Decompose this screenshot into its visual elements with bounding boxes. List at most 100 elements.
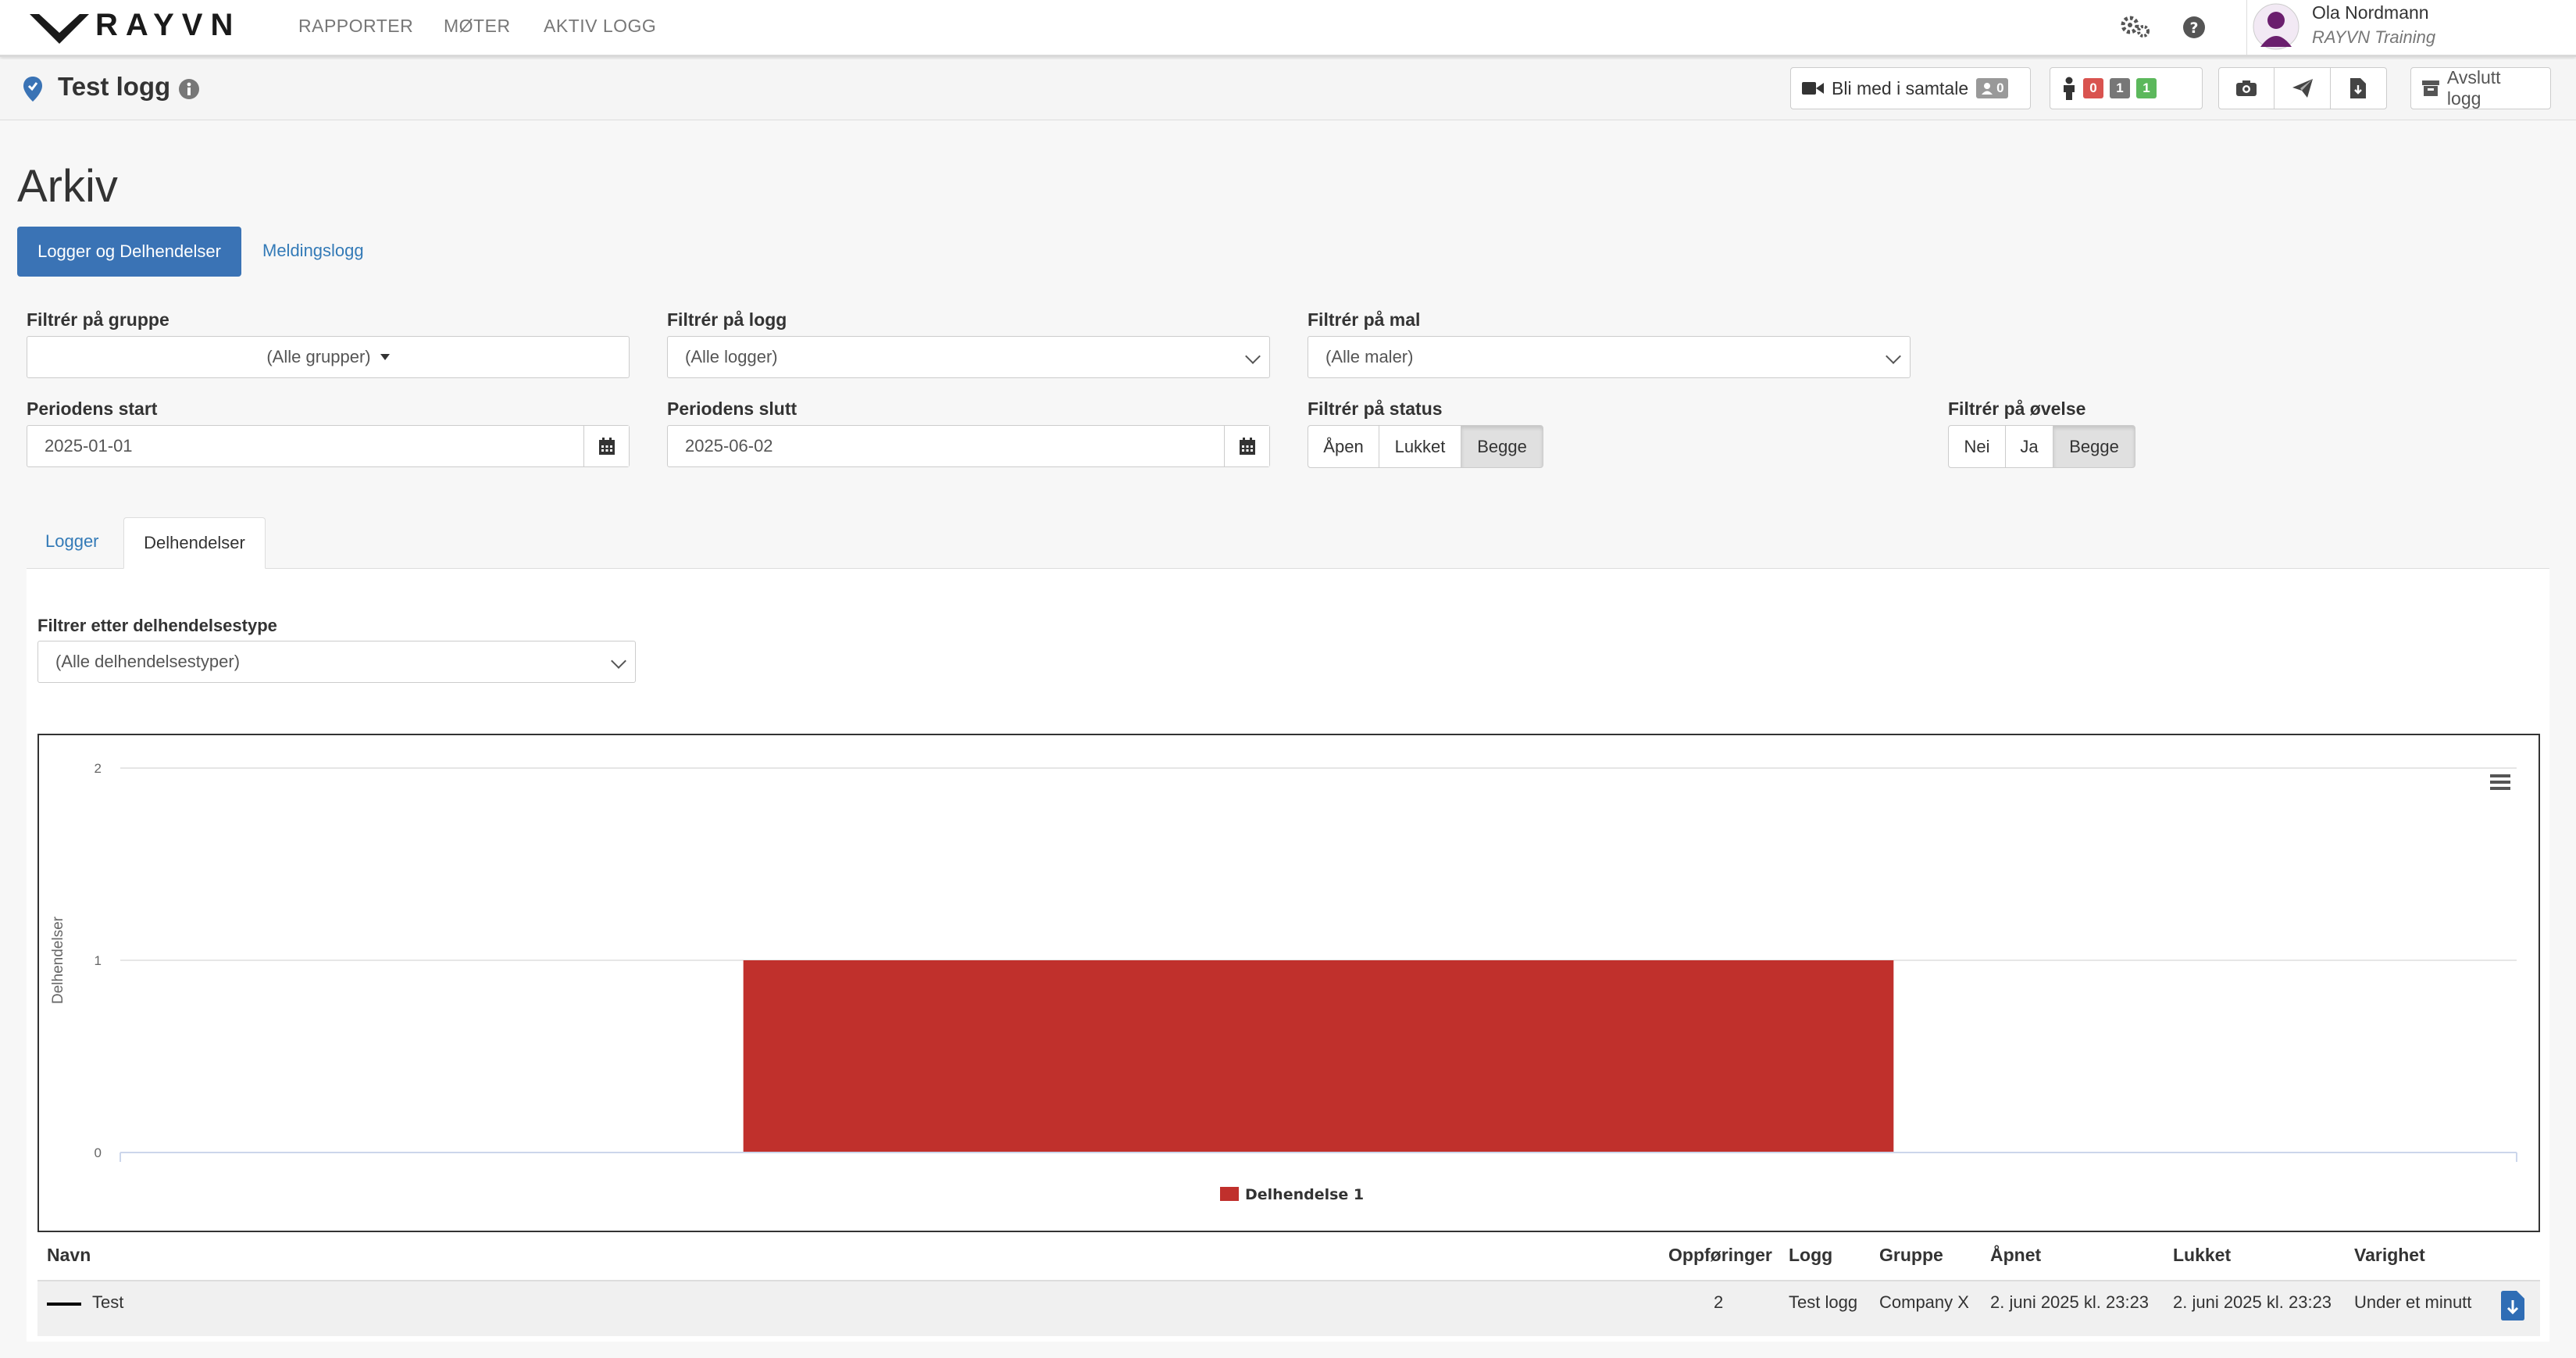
tab-divider (27, 568, 2549, 569)
chart-y-ticks: 0 1 2 (95, 761, 102, 1160)
close-log-button[interactable]: Avslutt logg (2410, 67, 2551, 109)
user-name[interactable]: Ola Nordmann (2312, 2, 2429, 23)
calendar-icon (1239, 438, 1255, 455)
call-participants-badge: 0 (1976, 78, 2008, 98)
close-log-label: Avslutt logg (2446, 67, 2501, 109)
exercise-yes-button[interactable]: Ja (2005, 425, 2053, 468)
row-group: Company X (1879, 1292, 1969, 1312)
tab-delhendelser[interactable]: Delhendelser (123, 517, 266, 569)
subevent-type-filter-value: (Alle delhendelsestyper) (55, 652, 241, 671)
hamburger-icon (2490, 781, 2510, 784)
exercise-both-button[interactable]: Begge (2053, 425, 2135, 468)
hamburger-icon (2490, 774, 2510, 777)
col-header-oppforinger[interactable]: Oppføringer (1668, 1245, 1772, 1266)
period-start-calendar-button[interactable] (583, 426, 629, 466)
navbar-divider (2246, 0, 2247, 55)
chart-gridlines (120, 767, 2517, 961)
count-badge-green: 1 (2136, 78, 2157, 98)
count-badge-red: 0 (2083, 78, 2103, 98)
page-title: Arkiv (17, 161, 118, 212)
chevron-down-icon (1245, 348, 1261, 364)
table-row[interactable] (37, 1280, 2540, 1336)
chart-bars (743, 960, 1894, 1153)
row-log: Test logg (1789, 1292, 1858, 1312)
participants-button[interactable]: 0 1 1 (2050, 67, 2203, 109)
status-both-button[interactable]: Begge (1461, 425, 1543, 468)
chart-y-tick-label: 2 (95, 761, 102, 776)
hamburger-icon (2490, 787, 2510, 790)
row-download-button[interactable] (2501, 1291, 2524, 1320)
row-duration: Under et minutt (2354, 1292, 2472, 1312)
col-header-varighet[interactable]: Varighet (2354, 1245, 2425, 1266)
group-filter-label: Filtrér på gruppe (27, 309, 169, 330)
col-header-gruppe[interactable]: Gruppe (1879, 1245, 1943, 1266)
row-opened: 2. juni 2025 kl. 23:23 (1990, 1292, 2150, 1312)
join-call-button[interactable]: Bli med i samtale 0 (1790, 67, 2031, 109)
status-closed-button[interactable]: Lukket (1379, 425, 1461, 468)
location-pin-icon (23, 77, 42, 102)
chart-menu-button[interactable] (2490, 774, 2510, 790)
rayvn-logo-icon[interactable] (28, 9, 91, 45)
avatar[interactable] (2253, 3, 2299, 50)
period-end-field[interactable]: 2025-06-02 (667, 425, 1270, 467)
chevron-down-icon (1886, 348, 1901, 364)
archive-box-icon (2422, 80, 2439, 96)
template-filter-value: (Alle maler) (1325, 347, 1414, 366)
chevron-down-icon (611, 653, 626, 669)
period-start-field[interactable]: 2025-01-01 (27, 425, 630, 467)
export-button[interactable] (2331, 68, 2386, 109)
count-badge-gray: 1 (2110, 78, 2130, 98)
help-icon[interactable]: ? (2182, 16, 2206, 39)
calendar-icon (598, 438, 615, 455)
tab-logger[interactable]: Logger (45, 531, 99, 552)
participants-icon (1982, 83, 1993, 95)
chart-y-axis-label: Delhendelser (50, 916, 66, 1004)
nav-moter[interactable]: MØTER (444, 16, 511, 37)
nav-rapporter[interactable]: RAPPORTER (298, 16, 413, 37)
log-title: Test logg (58, 72, 171, 101)
chart-legend[interactable]: Delhendelse 1 (1220, 1186, 1364, 1203)
status-filter-label: Filtrér på status (1308, 398, 1443, 419)
period-start-label: Periodens start (27, 398, 158, 419)
col-header-navn[interactable]: Navn (47, 1245, 91, 1266)
person-icon (2064, 77, 2075, 100)
row-entries: 2 (1714, 1292, 1724, 1312)
period-end-calendar-button[interactable] (1224, 426, 1269, 466)
exercise-no-button[interactable]: Nei (1948, 425, 2006, 468)
col-header-apnet[interactable]: Åpnet (1990, 1245, 2041, 1266)
subevent-type-filter-label: Filtrer etter delhendelsestype (37, 616, 277, 635)
settings-gears-icon[interactable] (2120, 13, 2151, 41)
pill-message-log[interactable]: Meldingslogg (262, 241, 364, 261)
user-org: RAYVN Training (2312, 27, 2436, 47)
info-icon[interactable] (178, 78, 200, 100)
group-filter-select[interactable]: (Alle grupper) (27, 336, 630, 378)
col-header-logg[interactable]: Logg (1789, 1245, 1832, 1266)
template-filter-label: Filtrér på mal (1308, 309, 1421, 330)
log-filter-value: (Alle logger) (685, 347, 778, 366)
chart-bar[interactable] (743, 960, 1894, 1153)
file-download-icon (2350, 78, 2367, 98)
log-filter-select[interactable]: (Alle logger) (667, 336, 1270, 378)
exercise-filter-label: Filtrér på øvelse (1948, 398, 2086, 419)
brand-name[interactable]: RAYVN (95, 8, 241, 43)
svg-text:?: ? (2189, 20, 2198, 37)
subevent-type-filter-select[interactable]: (Alle delhendelsestyper) (37, 641, 636, 683)
template-filter-select[interactable]: (Alle maler) (1308, 336, 1911, 378)
camera-search-icon (2236, 80, 2257, 96)
pill-logs-subevents[interactable]: Logger og Delhendelser (17, 227, 241, 277)
legend-swatch (1220, 1187, 1239, 1201)
log-actions-group (2218, 67, 2387, 109)
subevent-chart: 0 1 2 Delhendelser Delhendelse 1 (37, 734, 2540, 1232)
nav-aktiv-logg[interactable]: AKTIV LOGG (544, 16, 656, 37)
camera-search-button[interactable] (2219, 68, 2275, 109)
legend-label: Delhendelse 1 (1245, 1186, 1364, 1203)
group-filter-value: (Alle grupper) (266, 347, 371, 366)
top-navbar: RAYVN RAPPORTER MØTER AKTIV LOGG ? Ola N… (0, 0, 2576, 57)
subevent-chart-svg: 0 1 2 Delhendelser Delhendelse 1 (50, 761, 2517, 1203)
col-header-lukket[interactable]: Lukket (2173, 1245, 2231, 1266)
row-name[interactable]: Test (92, 1292, 123, 1313)
status-open-button[interactable]: Åpen (1308, 425, 1379, 468)
send-button[interactable] (2275, 68, 2331, 109)
paper-plane-icon (2292, 79, 2313, 98)
series-line-marker (47, 1303, 81, 1306)
